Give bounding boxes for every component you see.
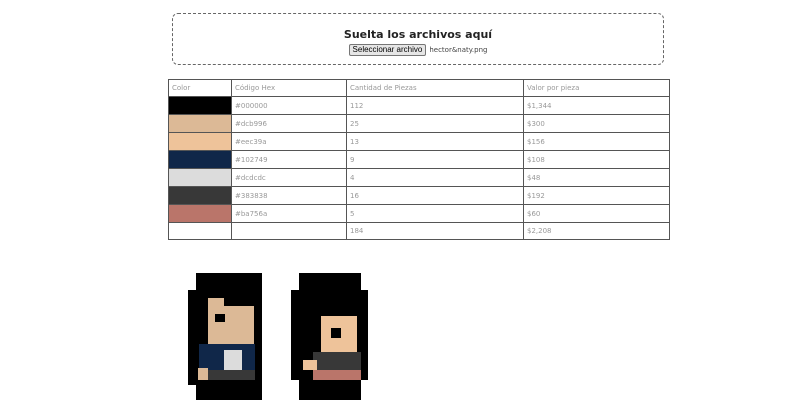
pixel-character-female [291, 273, 368, 400]
pixel-art-preview [188, 273, 368, 400]
pixel-character-male [188, 273, 262, 400]
